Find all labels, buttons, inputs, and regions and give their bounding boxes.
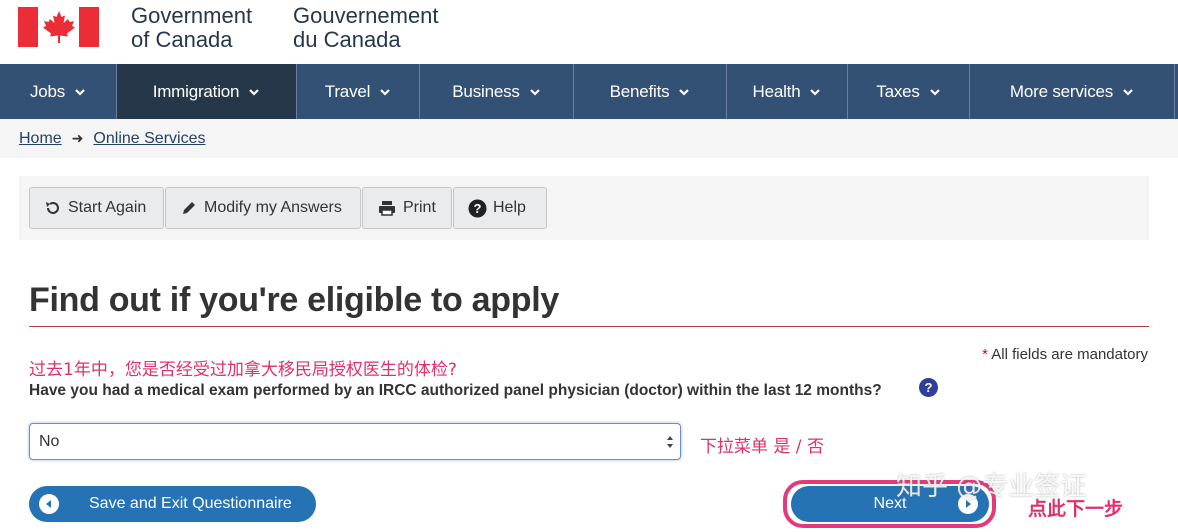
annotation-select-cn: 下拉菜单 是 / 否 (700, 437, 824, 457)
chevron-down-icon (679, 88, 690, 96)
breadcrumb-home-link[interactable]: Home (19, 130, 62, 148)
chevron-down-icon (75, 88, 85, 96)
menu-item-benefits[interactable]: Benefits (574, 64, 727, 119)
save-exit-button[interactable]: Save and Exit Questionnaire (29, 486, 316, 522)
signature-english[interactable]: Government of Canada (131, 4, 252, 52)
menu-item-business[interactable]: Business (420, 64, 574, 119)
toolbar: Start Again Modify my Answers Print ? He… (29, 187, 548, 229)
breadcrumb: Home ➜ Online Services (0, 119, 1178, 158)
required-asterisk: * (982, 346, 988, 363)
chevron-left-icon (39, 494, 59, 514)
medical-exam-select[interactable]: No (29, 423, 681, 460)
chevron-down-icon (929, 88, 940, 96)
canada-flag-logo[interactable] (18, 7, 99, 47)
modify-answers-button[interactable]: Modify my Answers (165, 187, 361, 229)
menu-item-health[interactable]: Health (727, 64, 848, 119)
select-arrows-icon (667, 436, 673, 448)
svg-text:?: ? (474, 201, 482, 216)
chevron-down-icon (380, 88, 390, 96)
question-circle-icon: ? (468, 199, 487, 217)
question-label: Have you had a medical exam performed by… (29, 382, 882, 399)
print-button[interactable]: Print (362, 187, 452, 229)
arrow-right-icon: ➜ (71, 130, 84, 146)
site-header: Government of Canada Gouvernement du Can… (0, 0, 1178, 64)
chevron-down-icon (1123, 88, 1133, 96)
mandatory-note: * All fields are mandatory (982, 346, 1148, 363)
menu-item-immigration[interactable]: Immigration (117, 64, 297, 119)
menu-item-more-services[interactable]: More services (970, 64, 1175, 119)
signature-french[interactable]: Gouvernement du Canada (293, 4, 439, 52)
title-divider (29, 326, 1149, 327)
help-button[interactable]: ? Help (453, 187, 547, 229)
annotation-next-cn: 点此下一步 (1028, 498, 1124, 520)
printer-icon (379, 201, 395, 216)
menu-item-jobs[interactable]: Jobs (0, 64, 117, 119)
chevron-down-icon (529, 88, 540, 96)
menu-item-travel[interactable]: Travel (297, 64, 420, 119)
pencil-icon (183, 202, 195, 214)
start-again-button[interactable]: Start Again (29, 187, 164, 229)
menu-item-taxes[interactable]: Taxes (848, 64, 970, 119)
chevron-down-icon (249, 88, 260, 96)
question-help-icon[interactable]: ? (919, 378, 938, 397)
chevron-down-icon (810, 88, 821, 96)
annotation-question-cn: 过去1年中，您是否经受过加拿大移民局授权医生的体检? (29, 360, 457, 380)
refresh-icon (46, 202, 59, 214)
page-title: Find out if you're eligible to apply (29, 281, 559, 319)
maple-leaf-icon (42, 11, 75, 43)
main-menu: Jobs Immigration Travel Business Benefit… (0, 64, 1178, 119)
breadcrumb-online-services-link[interactable]: Online Services (93, 130, 205, 148)
